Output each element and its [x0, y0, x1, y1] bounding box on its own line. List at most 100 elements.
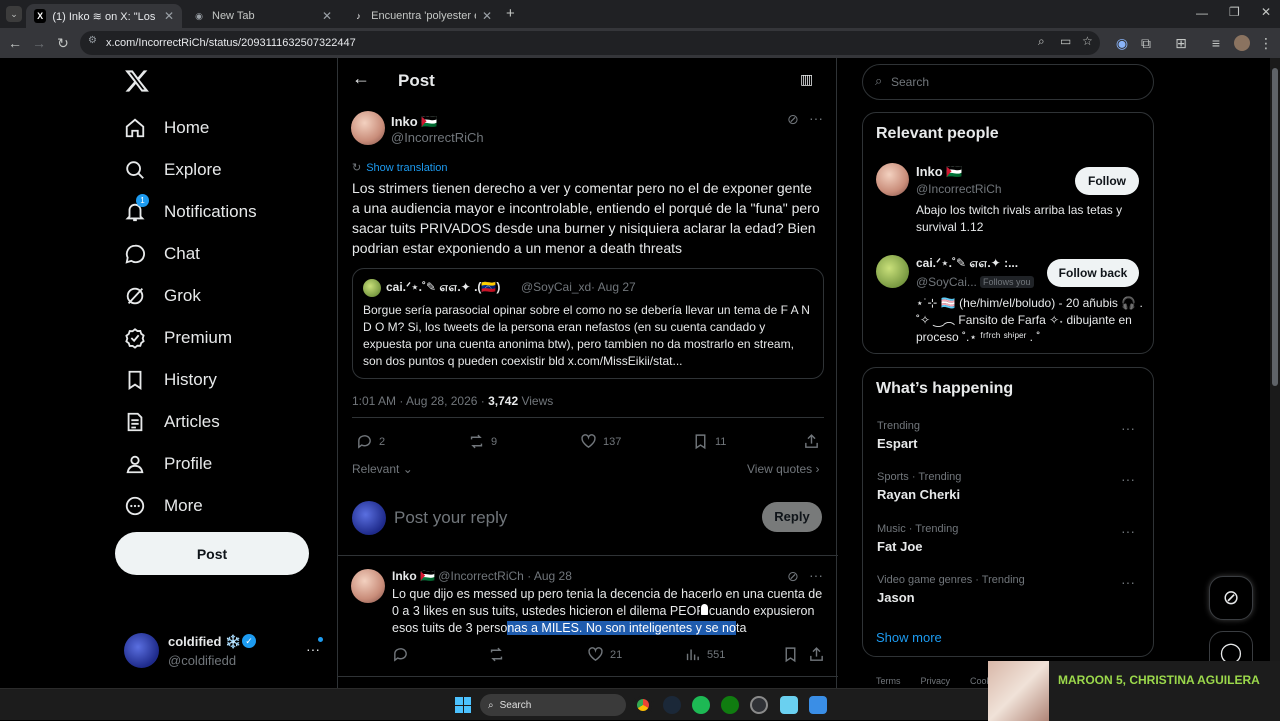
back-icon[interactable]: ←: [5, 28, 25, 58]
nav-chat[interactable]: Chat: [124, 236, 200, 272]
reply-author-name[interactable]: Inko 🇵🇸: [392, 569, 435, 583]
trend-more-icon[interactable]: ···: [1121, 420, 1135, 436]
menu-kebab-icon[interactable]: ⋮: [1256, 28, 1276, 58]
x-logo-icon[interactable]: [124, 68, 150, 94]
windows-start-icon[interactable]: [455, 697, 471, 713]
address-bar[interactable]: ⚙ x.com/IncorrectRiCh/status/20931116325…: [80, 31, 1100, 55]
restore-icon[interactable]: ❐: [1229, 5, 1240, 19]
tab-x-post[interactable]: X (1) Inko ≋ on X: "Los strimers t... ✕: [26, 4, 182, 28]
tab-list-button[interactable]: ⌄: [6, 6, 22, 22]
follow-back-button[interactable]: Follow back: [1047, 259, 1139, 287]
back-arrow-icon[interactable]: ←: [352, 68, 370, 89]
minimize-icon[interactable]: —: [1196, 6, 1208, 20]
trend-more-icon[interactable]: ···: [1121, 471, 1135, 487]
grok-explain-icon[interactable]: ⊘: [787, 111, 799, 128]
reload-icon[interactable]: ↻: [53, 28, 73, 58]
quoted-tweet[interactable]: cai.ᐟ⋆.˚✎ ௭௭.✦ .(🇻🇪) @SoyCai_xd · Aug 27…: [352, 268, 824, 379]
steam-taskbar-icon[interactable]: [663, 696, 681, 714]
trend-item[interactable]: Trending Espart ···: [877, 420, 1141, 451]
bookmark-action[interactable]: [782, 646, 799, 663]
grok-floating-button[interactable]: ⊘: [1209, 576, 1253, 620]
like-action[interactable]: 21: [587, 646, 622, 663]
notepad-taskbar-icon[interactable]: [780, 696, 798, 714]
author-handle[interactable]: @IncorrectRiCh: [391, 130, 484, 145]
close-tab-icon[interactable]: ✕: [322, 9, 332, 23]
follow-button[interactable]: Follow: [1075, 167, 1139, 195]
reply-author-avatar[interactable]: [351, 569, 385, 603]
compose-post-button[interactable]: Post: [115, 532, 309, 575]
photos-taskbar-icon[interactable]: [809, 696, 827, 714]
person-avatar[interactable]: [876, 163, 909, 196]
cast-icon[interactable]: ▭: [1060, 34, 1071, 48]
grok-explain-icon[interactable]: ⊘: [787, 568, 799, 585]
trend-more-icon[interactable]: ···: [1121, 574, 1135, 590]
account-switcher[interactable]: coldified ❄️ ✓ @coldifiedd ···: [124, 633, 324, 669]
bookmark-action[interactable]: 11: [692, 433, 726, 450]
repost-action[interactable]: 9: [468, 433, 497, 450]
views-action[interactable]: 551: [684, 646, 725, 663]
reply-action[interactable]: 2: [356, 433, 385, 450]
share-action[interactable]: [808, 646, 825, 663]
close-window-icon[interactable]: ✕: [1261, 5, 1271, 19]
search-box[interactable]: ⌕ Search: [862, 64, 1154, 100]
nav-history[interactable]: History: [124, 362, 217, 398]
nav-profile[interactable]: Profile: [124, 446, 212, 482]
person-handle[interactable]: @SoyCai...: [916, 275, 977, 289]
reply-action[interactable]: [392, 646, 409, 663]
account-more-icon[interactable]: ···: [306, 641, 320, 657]
reply-author-handle[interactable]: @IncorrectRiCh: [438, 569, 524, 583]
reply-input[interactable]: Post your reply: [394, 508, 507, 528]
extensions-puzzle-icon[interactable]: ⧉: [1136, 28, 1156, 58]
nav-grok[interactable]: Grok: [124, 278, 201, 314]
browser-avatar[interactable]: [1234, 35, 1250, 51]
reply-button[interactable]: Reply: [762, 502, 822, 532]
nav-more[interactable]: More: [124, 488, 203, 524]
page-scrollbar[interactable]: [1270, 58, 1280, 688]
forward-icon[interactable]: →: [29, 28, 49, 58]
person-avatar[interactable]: [876, 255, 909, 288]
xbox-taskbar-icon[interactable]: [721, 696, 739, 714]
person-name[interactable]: Inko 🇵🇸: [916, 164, 963, 180]
nav-notifications[interactable]: Notifications 1: [124, 194, 257, 230]
like-action[interactable]: 137: [580, 433, 621, 450]
new-tab-icon[interactable]: +: [506, 5, 515, 22]
view-quotes-link[interactable]: View quotes ›: [747, 462, 820, 476]
show-translation-link[interactable]: ↻ Show translation: [352, 161, 448, 175]
reading-list-icon[interactable]: ≡: [1206, 28, 1226, 58]
close-tab-icon[interactable]: ✕: [164, 9, 174, 23]
spotify-taskbar-icon[interactable]: [692, 696, 710, 714]
trend-item[interactable]: Sports · Trending Rayan Cherki ···: [877, 471, 1141, 502]
nav-articles[interactable]: Articles: [124, 404, 220, 440]
share-action[interactable]: [803, 433, 820, 450]
footer-privacy[interactable]: Privacy: [921, 676, 951, 686]
reader-mode-icon[interactable]: ▥: [800, 71, 813, 88]
footer-terms[interactable]: Terms: [876, 676, 901, 686]
nav-premium[interactable]: Premium: [124, 320, 232, 356]
person-name[interactable]: cai.ᐟ⋆.˚✎ ௭௭.✦ :...: [916, 256, 1036, 272]
show-more-link[interactable]: Show more: [876, 630, 942, 645]
scrollbar-thumb[interactable]: [1272, 68, 1278, 386]
nav-explore[interactable]: Explore: [124, 152, 222, 188]
site-info-icon[interactable]: ⚙: [88, 35, 97, 46]
tab-tiktok[interactable]: ♪ Encuentra 'polyester edit' en Ti... ✕: [344, 4, 500, 28]
author-avatar[interactable]: [351, 111, 385, 145]
repost-action[interactable]: [488, 646, 505, 663]
more-options-icon[interactable]: ···: [809, 110, 823, 126]
tab-new-tab[interactable]: ◉ New Tab ✕: [184, 4, 340, 28]
nav-home[interactable]: Home: [124, 110, 209, 146]
close-tab-icon[interactable]: ✕: [482, 9, 492, 23]
more-options-icon[interactable]: ···: [809, 567, 823, 583]
author-name[interactable]: Inko 🇵🇸: [391, 114, 438, 130]
zoom-icon[interactable]: ⌕: [1038, 34, 1045, 49]
trend-more-icon[interactable]: ···: [1121, 523, 1135, 539]
taskbar-search-box[interactable]: ⌕ Search: [480, 694, 626, 716]
trend-item[interactable]: Video game genres · Trending Jason ···: [877, 574, 1141, 605]
profile-switch-icon[interactable]: ⊞: [1171, 28, 1191, 58]
person-handle[interactable]: @IncorrectRiCh: [916, 182, 1002, 196]
media-widget[interactable]: MAROON 5, CHRISTINA AGUILERA: [988, 661, 1280, 721]
trend-item[interactable]: Music · Trending Fat Joe ···: [877, 523, 1141, 554]
chrome-taskbar-icon[interactable]: [632, 694, 654, 716]
extension-icon[interactable]: ◉: [1112, 28, 1132, 58]
bookmark-star-icon[interactable]: ☆: [1082, 34, 1093, 48]
discord-taskbar-icon[interactable]: [750, 696, 768, 714]
